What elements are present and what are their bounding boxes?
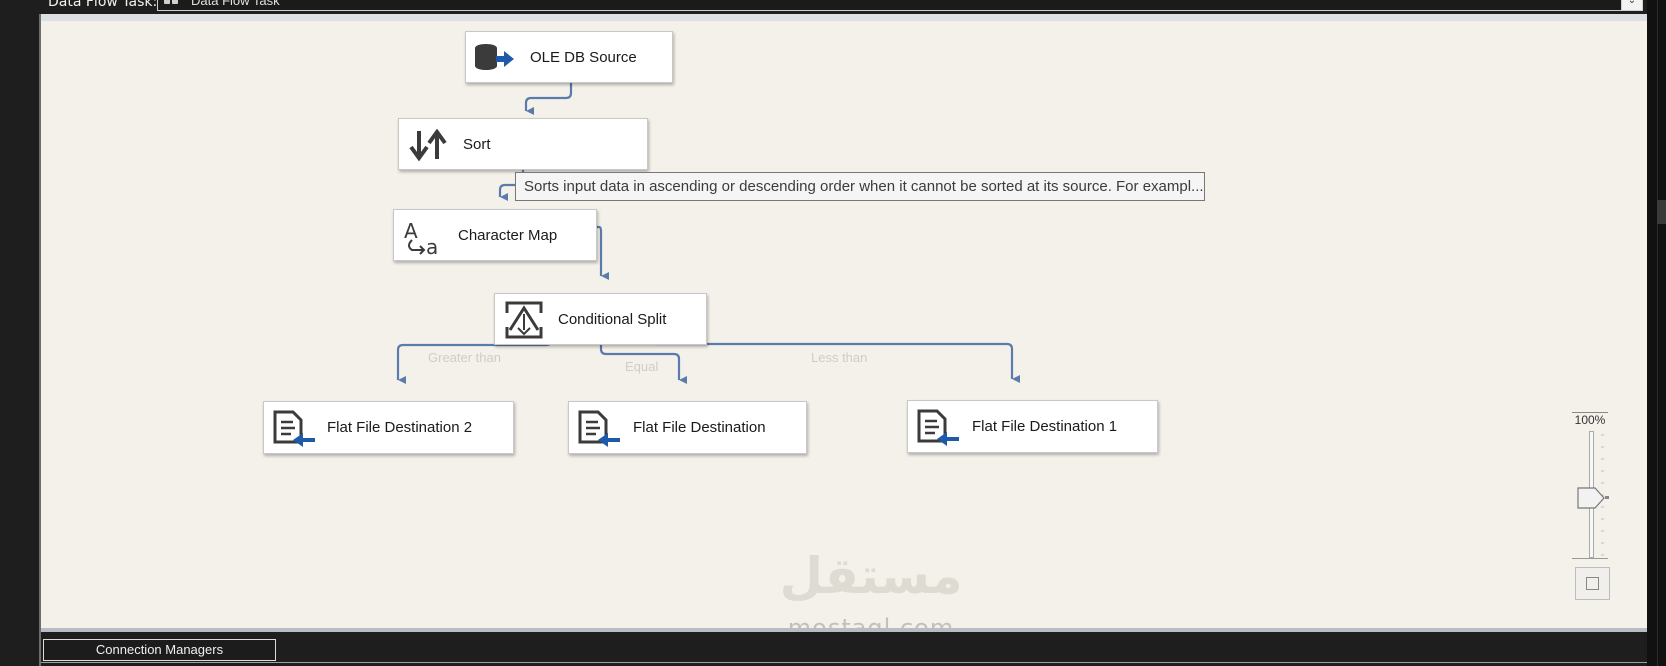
vertical-scrollbar[interactable] bbox=[1647, 0, 1666, 666]
path-label-greater-than: Greater than bbox=[428, 350, 501, 365]
scrollbar-thumb[interactable] bbox=[1657, 200, 1666, 224]
connection-managers-splitter[interactable] bbox=[41, 628, 1647, 632]
zoom-level: 100% bbox=[1574, 413, 1606, 427]
zoom-divider-bottom bbox=[1572, 558, 1608, 559]
flat-file-destination-2-label: Flat File Destination 2 bbox=[327, 419, 473, 436]
flat-file-destination-component[interactable]: Flat File Destination bbox=[568, 401, 807, 454]
sort-tooltip: Sorts input data in ascending or descend… bbox=[515, 172, 1205, 201]
ole-db-source-component[interactable]: OLE DB Source bbox=[465, 31, 673, 83]
sort-component[interactable]: Sort bbox=[398, 118, 648, 170]
flat-file-destination-2-component[interactable]: Flat File Destination 2 bbox=[263, 401, 514, 454]
svg-text:A: A bbox=[404, 219, 418, 243]
fit-icon bbox=[1586, 577, 1599, 590]
watermark-arabic: مستقل bbox=[779, 547, 963, 605]
task-selector-value: Data Flow Task bbox=[191, 0, 280, 8]
designer-top-strip bbox=[41, 14, 1647, 21]
conditional-split-label: Conditional Split bbox=[558, 310, 667, 328]
ole-db-source-label: OLE DB Source bbox=[530, 48, 637, 66]
flat-file-destination-icon bbox=[273, 410, 315, 447]
flat-file-destination-icon bbox=[917, 409, 959, 446]
sort-label: Sort bbox=[463, 135, 491, 153]
data-flow-paths bbox=[396, 81, 1647, 628]
watermark: مستقل mostaql.com bbox=[741, 546, 1001, 628]
character-map-label: Character Map bbox=[458, 226, 558, 244]
conditional-split-icon bbox=[505, 301, 543, 339]
path-label-equal: Equal bbox=[625, 359, 659, 374]
svg-text:a: a bbox=[426, 235, 438, 256]
zoom-divider bbox=[1572, 412, 1608, 413]
bottom-divider bbox=[41, 662, 1647, 663]
path-label-less-than: Less than bbox=[811, 350, 868, 365]
flat-file-destination-1-component[interactable]: Flat File Destination 1 bbox=[907, 400, 1158, 453]
flat-file-destination-label: Flat File Destination bbox=[633, 419, 766, 436]
flat-file-destination-1-label: Flat File Destination 1 bbox=[972, 418, 1118, 435]
connection-managers-tab[interactable]: Connection Managers bbox=[43, 639, 276, 661]
character-map-component[interactable]: A a Character Map bbox=[393, 209, 597, 261]
task-label: Data Flow Task: bbox=[48, 0, 158, 10]
character-map-icon: A a bbox=[404, 219, 438, 256]
chevron-down-icon[interactable]: ⌄ bbox=[1621, 0, 1642, 10]
task-selector[interactable]: Data Flow Task ⌄ bbox=[157, 0, 1643, 11]
zoom-to-fit-button[interactable] bbox=[1575, 567, 1610, 600]
zoom-slider-thumb[interactable] bbox=[1577, 487, 1609, 509]
data-flow-canvas[interactable]: Greater than Equal Less than OLE DB Sour… bbox=[41, 21, 1647, 628]
task-bar: Data Flow Task: Data Flow Task ⌄ bbox=[0, 0, 1666, 14]
conditional-split-component[interactable]: Conditional Split bbox=[494, 293, 707, 345]
sort-icon bbox=[409, 129, 447, 161]
data-flow-icon bbox=[164, 0, 180, 5]
watermark-latin: mostaql.com bbox=[787, 614, 955, 628]
database-source-icon bbox=[475, 44, 514, 70]
flat-file-destination-icon bbox=[578, 410, 620, 447]
path-source-to-sort bbox=[524, 81, 573, 111]
